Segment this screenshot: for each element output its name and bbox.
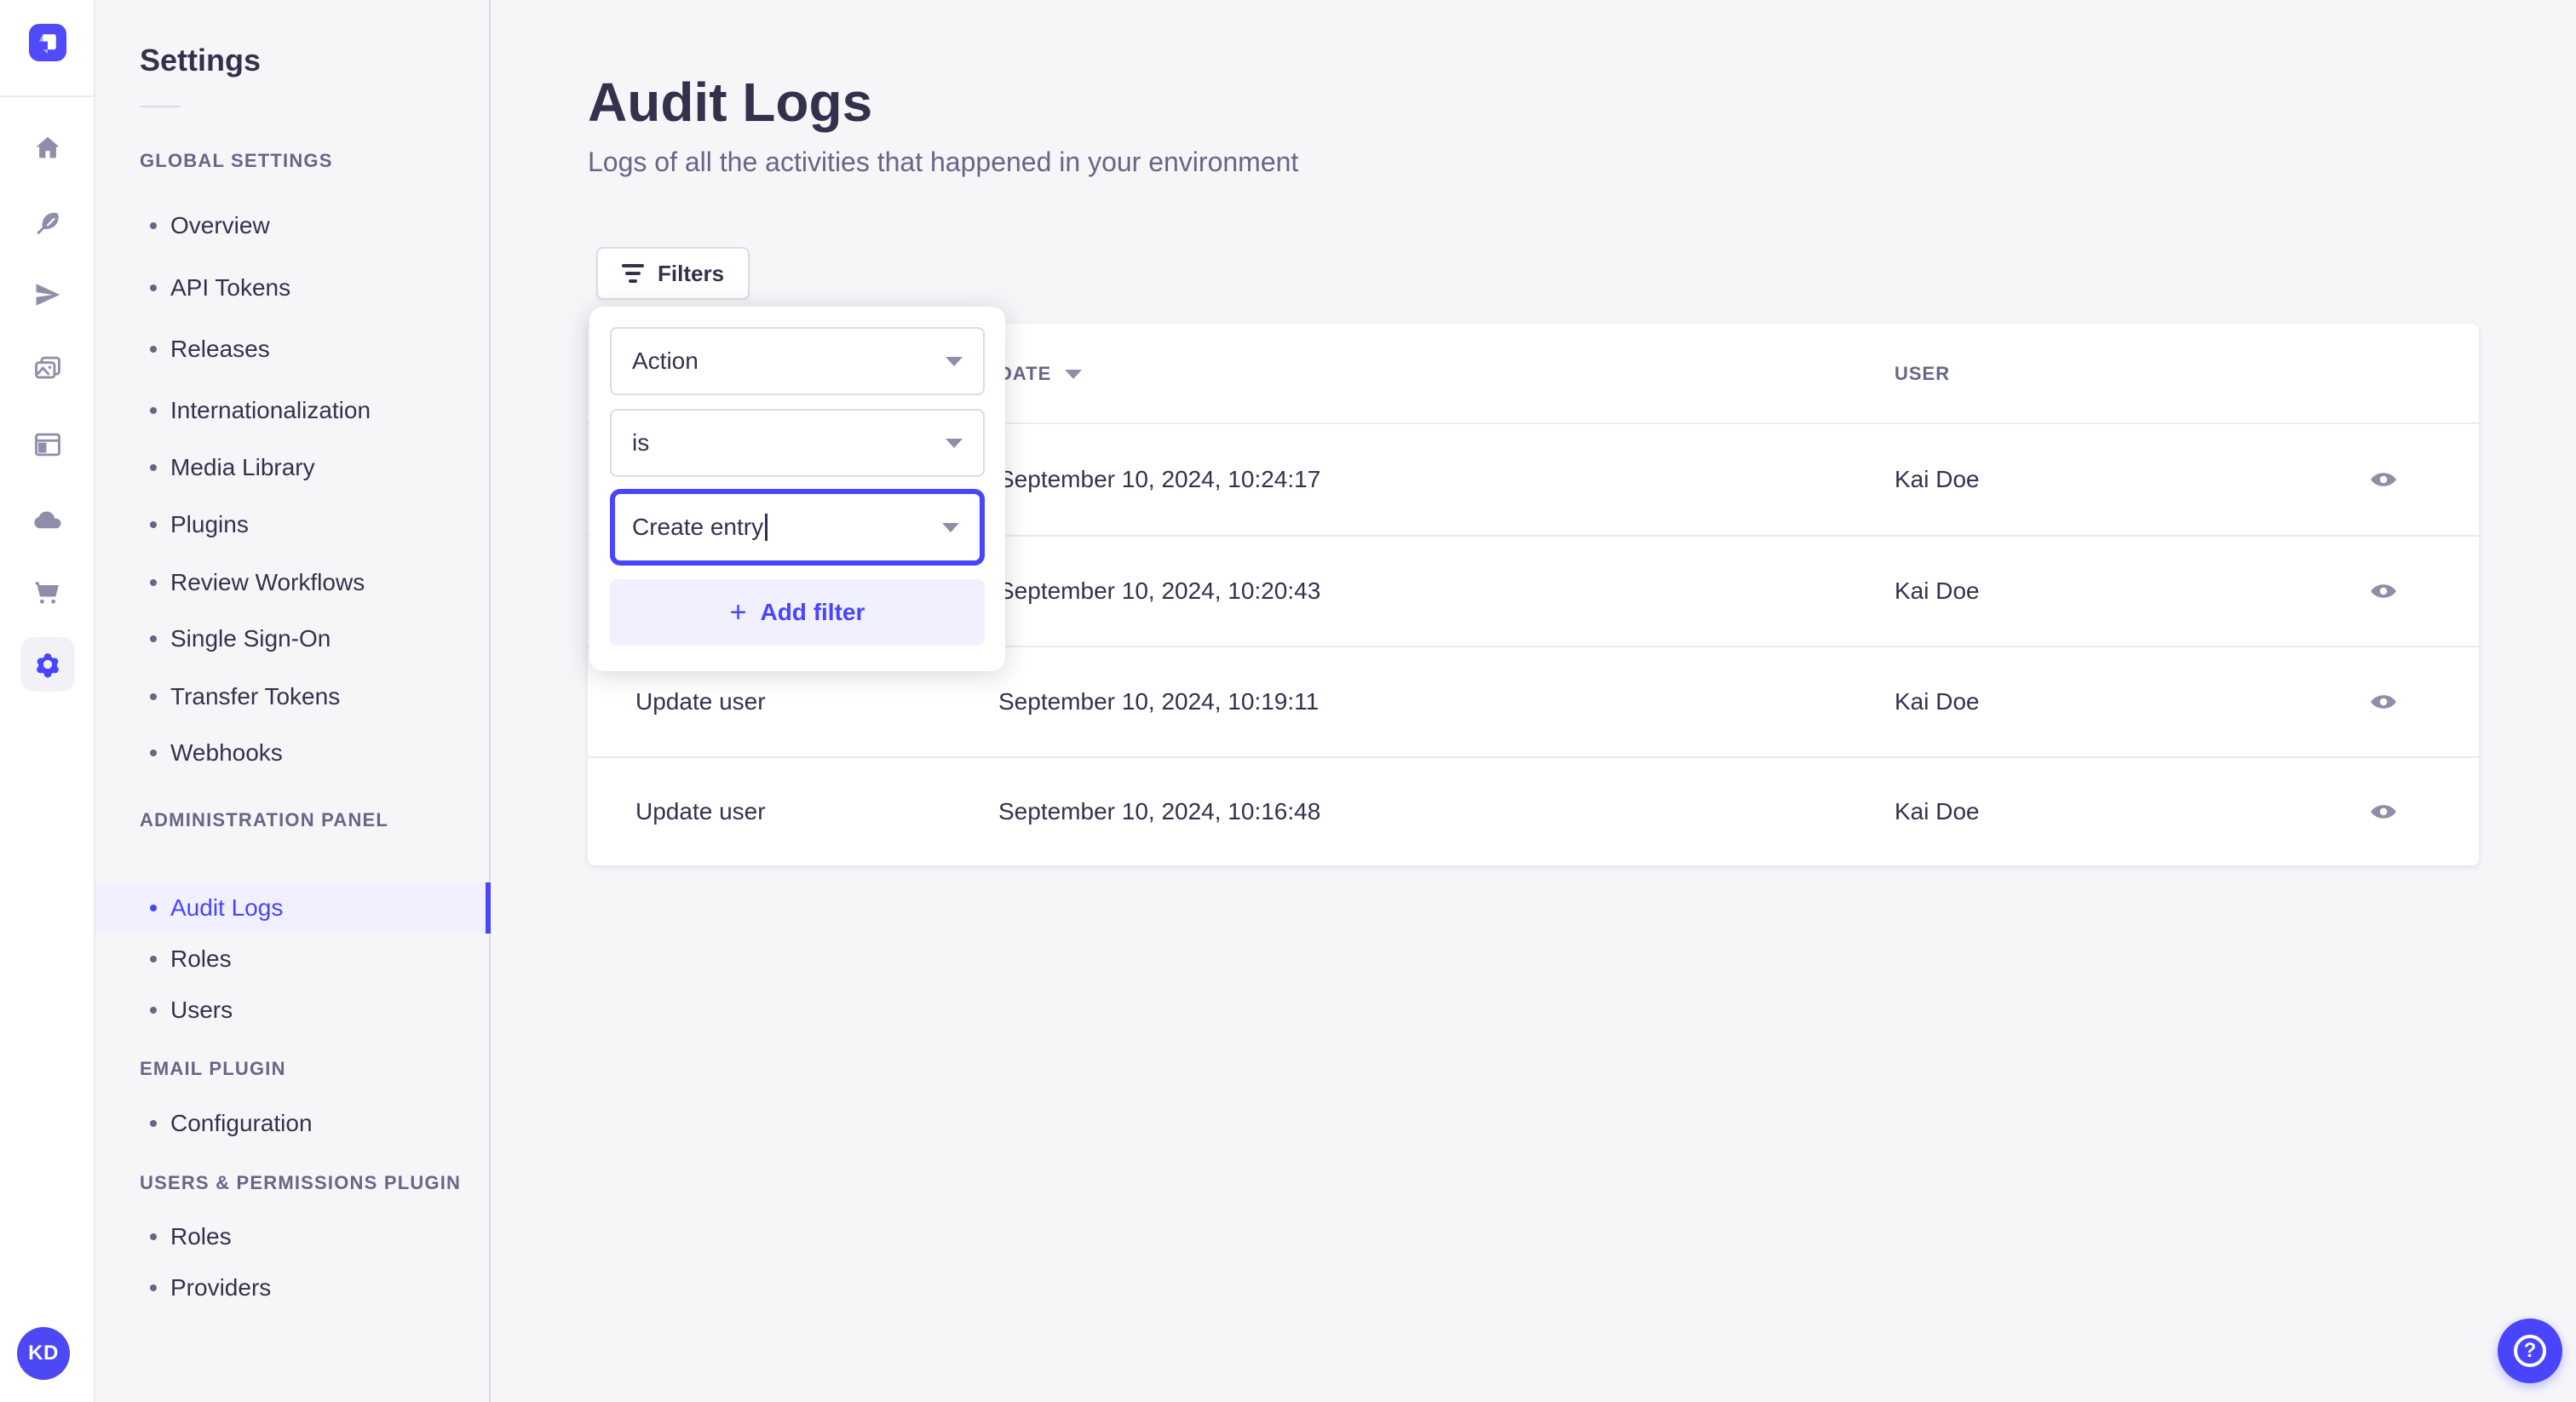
user-cell: Kai Doe bbox=[1895, 688, 1980, 715]
user-cell: Kai Doe bbox=[1895, 466, 1980, 492]
date-cell: September 10, 2024, 10:24:17 bbox=[998, 466, 1321, 492]
chevron-down-icon bbox=[946, 438, 963, 448]
chevron-down-icon bbox=[942, 522, 959, 532]
date-cell: September 10, 2024, 10:16:48 bbox=[998, 798, 1321, 825]
sidebar-item-providers[interactable]: Providers bbox=[95, 1262, 489, 1313]
plus-icon: + bbox=[729, 596, 747, 629]
rail-divider bbox=[0, 95, 95, 97]
filters-button-label: Filters bbox=[658, 260, 725, 286]
sidebar-item-api-tokens[interactable]: API Tokens bbox=[95, 262, 489, 313]
filter-popover: Action is Create entry + Add filter bbox=[589, 307, 1005, 671]
strapi-logo-glyph bbox=[38, 34, 56, 54]
eye-icon bbox=[2371, 473, 2396, 486]
bullet-icon bbox=[150, 1233, 157, 1240]
bullet-icon bbox=[150, 905, 157, 911]
user-cell: Kai Doe bbox=[1895, 798, 1980, 825]
sidebar-item-users[interactable]: Users bbox=[95, 985, 489, 1036]
layout-icon[interactable] bbox=[31, 428, 65, 462]
filter-value-combobox[interactable]: Create entry bbox=[610, 489, 985, 566]
bullet-icon bbox=[150, 284, 157, 291]
bullet-icon bbox=[150, 693, 157, 700]
avatar[interactable]: KD bbox=[17, 1327, 70, 1380]
filter-icon bbox=[622, 264, 644, 283]
sidebar-item-audit-logs[interactable]: Audit Logs bbox=[95, 882, 491, 934]
date-column-header[interactable]: DATE bbox=[998, 324, 1083, 424]
sidebar-item-configuration[interactable]: Configuration bbox=[95, 1098, 489, 1149]
user-column-header: USER bbox=[1895, 363, 1951, 384]
bullet-icon bbox=[150, 635, 157, 642]
bullet-icon bbox=[150, 346, 157, 353]
sidebar-item-plugins[interactable]: Plugins bbox=[95, 499, 489, 550]
date-cell: September 10, 2024, 10:19:11 bbox=[998, 688, 1320, 715]
sidebar-title-divider bbox=[140, 106, 181, 107]
bullet-icon bbox=[150, 407, 157, 414]
gear-icon[interactable] bbox=[20, 637, 75, 692]
chevron-down-icon bbox=[946, 356, 963, 366]
action-cell: Update user bbox=[635, 798, 766, 825]
sidebar-item-review-workflows[interactable]: Review Workflows bbox=[95, 557, 489, 608]
view-details-button[interactable] bbox=[2361, 457, 2406, 502]
filter-field-select[interactable]: Action bbox=[610, 327, 985, 395]
sidebar-item-up-roles[interactable]: Roles bbox=[95, 1211, 489, 1262]
bullet-icon bbox=[150, 521, 157, 528]
eye-icon bbox=[2371, 695, 2396, 709]
bullet-icon bbox=[150, 1007, 157, 1014]
section-label-users-permissions-plugin: USERS & PERMISSIONS PLUGIN bbox=[140, 1172, 462, 1193]
sidebar-item-internationalization[interactable]: Internationalization bbox=[95, 385, 489, 436]
sidebar-title: Settings bbox=[140, 43, 262, 78]
page-subtitle: Logs of all the activities that happened… bbox=[588, 147, 1299, 177]
date-cell: September 10, 2024, 10:20:43 bbox=[998, 577, 1321, 604]
sidebar-item-single-sign-on[interactable]: Single Sign-On bbox=[95, 613, 489, 664]
section-label-global-settings: GLOBAL SETTINGS bbox=[140, 150, 333, 171]
bullet-icon bbox=[150, 579, 157, 586]
sidebar-item-overview[interactable]: Overview bbox=[95, 200, 489, 251]
sidebar-item-releases[interactable]: Releases bbox=[95, 324, 489, 375]
feather-icon[interactable] bbox=[31, 208, 65, 242]
section-label-administration-panel: ADMINISTRATION PANEL bbox=[140, 809, 389, 830]
page-title: Audit Logs bbox=[588, 72, 873, 133]
help-button[interactable]: ? bbox=[2498, 1319, 2562, 1383]
bullet-icon bbox=[150, 222, 157, 229]
filters-button[interactable]: Filters bbox=[596, 247, 750, 300]
bullet-icon bbox=[150, 750, 157, 756]
bullet-icon bbox=[150, 956, 157, 962]
table-row: Update user September 10, 2024, 10:16:48… bbox=[588, 756, 2479, 865]
bullet-icon bbox=[150, 1120, 157, 1127]
eye-icon bbox=[2371, 584, 2396, 598]
sidebar-item-media-library[interactable]: Media Library bbox=[95, 442, 489, 493]
view-details-button[interactable] bbox=[2361, 569, 2406, 613]
sidebar-item-webhooks[interactable]: Webhooks bbox=[95, 727, 489, 779]
sidebar-item-transfer-tokens[interactable]: Transfer Tokens bbox=[95, 671, 489, 722]
bullet-icon bbox=[150, 464, 157, 471]
bullet-icon bbox=[150, 1284, 157, 1291]
nav-rail: KD bbox=[0, 0, 95, 1402]
avatar-initials: KD bbox=[28, 1342, 59, 1365]
cloud-icon[interactable] bbox=[31, 503, 65, 537]
filter-operator-select[interactable]: is bbox=[610, 409, 985, 477]
app-root: KD Settings GLOBAL SETTINGS Overview API… bbox=[0, 0, 2576, 1402]
active-indicator-bar bbox=[486, 882, 491, 934]
section-label-email-plugin: EMAIL PLUGIN bbox=[140, 1058, 286, 1079]
sidebar-item-roles[interactable]: Roles bbox=[95, 934, 489, 985]
view-details-button[interactable] bbox=[2361, 680, 2406, 724]
view-details-button[interactable] bbox=[2361, 790, 2406, 834]
question-mark-icon: ? bbox=[2514, 1335, 2546, 1367]
add-filter-button[interactable]: + Add filter bbox=[610, 579, 985, 646]
images-icon[interactable] bbox=[31, 351, 65, 385]
settings-sidebar: Settings GLOBAL SETTINGS Overview API To… bbox=[95, 0, 491, 1402]
paper-plane-icon[interactable] bbox=[31, 278, 65, 312]
home-icon[interactable] bbox=[31, 131, 65, 165]
text-cursor bbox=[765, 514, 768, 541]
user-cell: Kai Doe bbox=[1895, 577, 1980, 604]
cart-icon[interactable] bbox=[31, 576, 65, 610]
sort-caret-down-icon bbox=[1065, 369, 1083, 379]
eye-icon bbox=[2371, 805, 2396, 819]
strapi-logo-icon[interactable] bbox=[29, 24, 66, 61]
